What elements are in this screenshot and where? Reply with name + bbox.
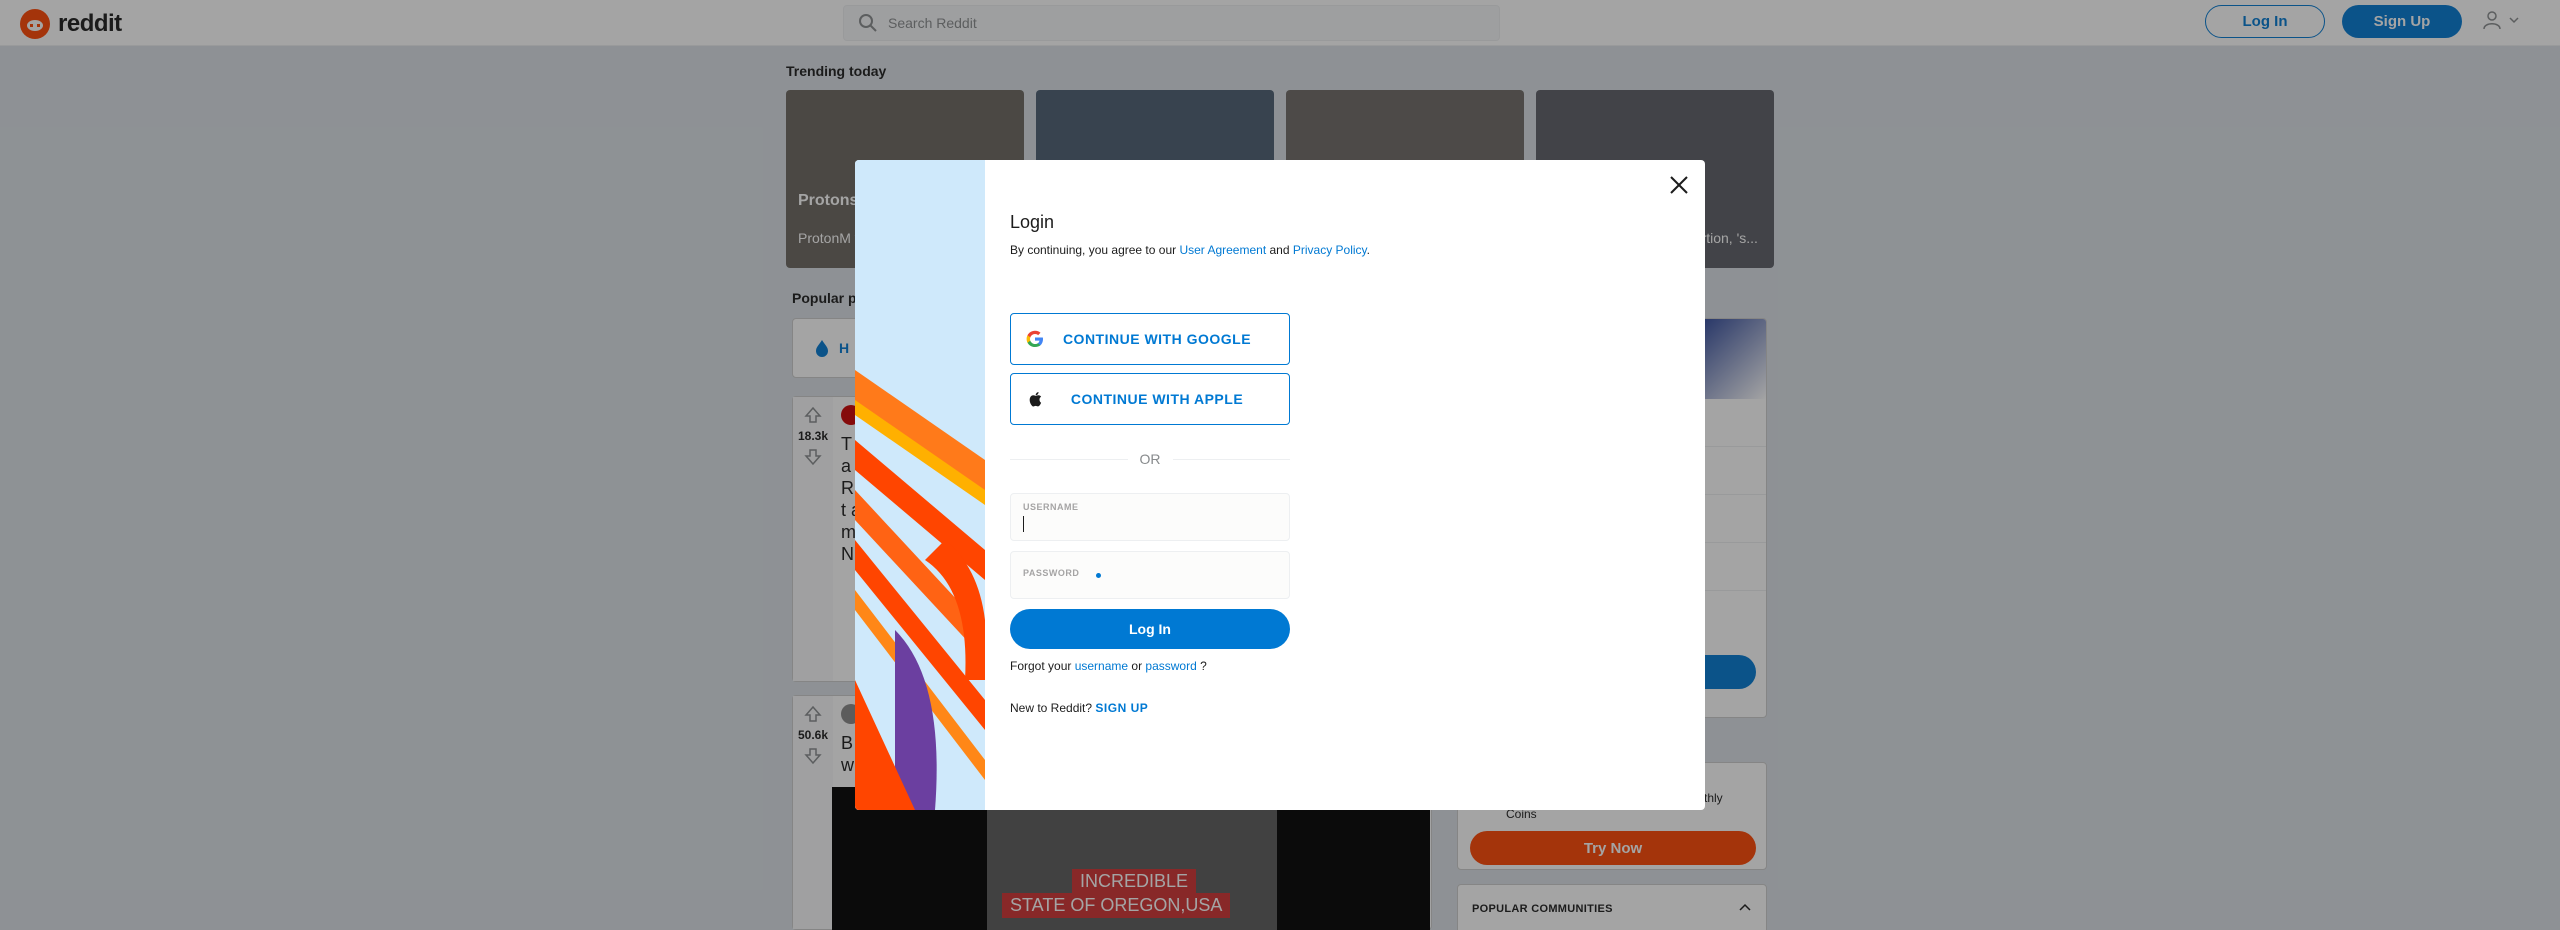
close-modal-button[interactable] [1665, 172, 1693, 200]
or-label: OR [1139, 451, 1161, 467]
divider-line [1010, 458, 1128, 460]
user-agreement-link[interactable]: User Agreement [1179, 243, 1266, 257]
modal-body: Login By continuing, you agree to our Us… [855, 160, 1705, 810]
forgot-credentials-text: Forgot your username or password ? [1010, 659, 1705, 673]
username-label: USERNAME [1023, 502, 1079, 512]
password-field[interactable]: PASSWORD [1010, 551, 1290, 599]
google-button-label: CONTINUE WITH GOOGLE [1062, 331, 1252, 347]
password-indicator-dot [1096, 573, 1101, 578]
divider-line [1172, 458, 1290, 460]
signup-prompt-text: New to Reddit? [1010, 701, 1096, 715]
login-title: Login [1010, 212, 1055, 232]
signup-prompt: New to Reddit? SIGN UP [1010, 701, 1705, 715]
or-divider: OR [1010, 451, 1290, 467]
forgot-prefix: Forgot your [1010, 659, 1075, 673]
close-icon [1670, 175, 1688, 194]
continue-with-apple-button[interactable]: CONTINUE WITH APPLE [1010, 373, 1290, 425]
forgot-username-link[interactable]: username [1075, 659, 1128, 673]
agreement-suffix: . [1366, 243, 1371, 257]
agreement-text: By continuing, you agree to our User Agr… [1010, 243, 1705, 257]
signup-link[interactable]: SIGN UP [1095, 701, 1148, 715]
password-label: PASSWORD [1023, 568, 1080, 578]
agreement-prefix: By continuing, you agree to our [1010, 243, 1180, 257]
apple-button-label: CONTINUE WITH APPLE [1070, 391, 1244, 407]
apple-icon [1029, 392, 1042, 407]
privacy-policy-link[interactable]: Privacy Policy [1293, 243, 1367, 257]
forgot-suffix: ? [1196, 659, 1207, 673]
google-icon [1026, 330, 1043, 347]
forgot-password-link[interactable]: password [1145, 659, 1196, 673]
login-modal: Login By continuing, you agree to our Us… [855, 160, 1705, 810]
agreement-and: and [1266, 243, 1293, 257]
login-submit-button[interactable]: Log In [1010, 609, 1290, 649]
text-caret [1023, 516, 1024, 532]
username-field[interactable]: USERNAME [1010, 493, 1290, 541]
forgot-or: or [1128, 659, 1146, 673]
continue-with-google-button[interactable]: CONTINUE WITH GOOGLE [1010, 313, 1290, 365]
